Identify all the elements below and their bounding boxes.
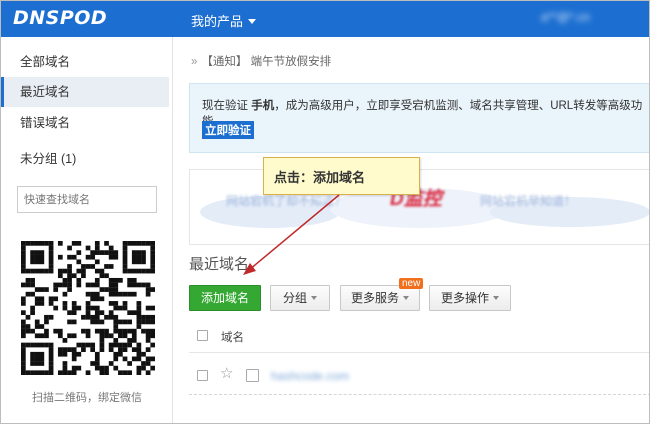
info-text: 现在验证 手机，成为高级用户，立即享受宕机监测、域名共享管理、URL转发等高级功… [202,97,649,129]
more-operations-label: 更多操作 [440,291,489,305]
notice-text: 【通知】 端午节放假安排 [201,56,332,68]
info-text-bold: 手机 [251,100,275,112]
chevron-down-icon [403,296,409,300]
more-services-label: 更多服务 [350,291,399,305]
sidebar-item-error-domains[interactable]: 错误域名 [1,108,169,138]
group-label: 分组 [282,291,307,305]
verify-phone-info-box: 现在验证 手机，成为高级用户，立即享受宕机监测、域名共享管理、URL转发等高级功… [189,83,649,153]
wechat-qr-code [21,241,155,375]
sidebar-item-ungrouped[interactable]: 未分组 (1) [1,144,169,174]
domain-table-header: 域名 [189,319,649,353]
sidebar-item-recent-domains[interactable]: 最近域名 [1,77,169,107]
recent-domains-title: 最近域名 [189,256,250,273]
add-domain-button[interactable]: 添加域名 [189,285,261,311]
double-chevron-icon: » [191,56,198,68]
my-products-menu[interactable]: 我的产品 [191,11,257,30]
row-checkbox[interactable] [197,370,208,381]
group-dropdown-button[interactable]: 分组 [270,285,330,311]
domain-search-input[interactable] [17,186,157,213]
user-account[interactable]: a**@*.cn [541,10,590,24]
row-status-checkbox[interactable] [246,369,259,382]
notice-link[interactable]: » 【通知】 端午节放假安排 [191,53,331,69]
dnspod-logo[interactable]: DNSPOD [13,7,107,29]
chevron-down-icon [493,296,499,300]
banner-right-text: 网站宕机早知道！ [480,194,577,208]
sidebar-item-all-domains[interactable]: 全部域名 [1,47,169,77]
column-header-domain: 域名 [221,332,244,344]
table-row[interactable]: ☆ hashcode.com [189,357,649,395]
verify-now-link[interactable]: 立即验证 [202,121,254,139]
qr-caption: 扫描二维码，绑定微信 [32,392,142,404]
row-domain-name[interactable]: hashcode.com [271,369,349,383]
new-badge: new [399,278,424,289]
select-all-checkbox[interactable] [197,330,208,341]
add-domain-callout: 点击：添加域名 [263,157,420,195]
sidebar: 全部域名 最近域名 错误域名 未分组 (1) 扫描二维码，绑定微信 [1,37,173,423]
chevron-down-icon [311,296,317,300]
top-nav-bar: DNSPOD 我的产品 a**@*.cn [1,1,649,37]
more-operations-dropdown-button[interactable]: 更多操作 [429,285,511,311]
app-window: DNSPOD 我的产品 a**@*.cn 全部域名 最近域名 错误域名 未分组 … [0,0,650,424]
star-icon[interactable]: ☆ [220,366,233,381]
callout-text: 点击：添加域名 [274,170,366,185]
info-text-before: 现在验证 [202,100,252,112]
my-products-label: 我的产品 [191,14,244,29]
chevron-down-icon [248,19,257,24]
